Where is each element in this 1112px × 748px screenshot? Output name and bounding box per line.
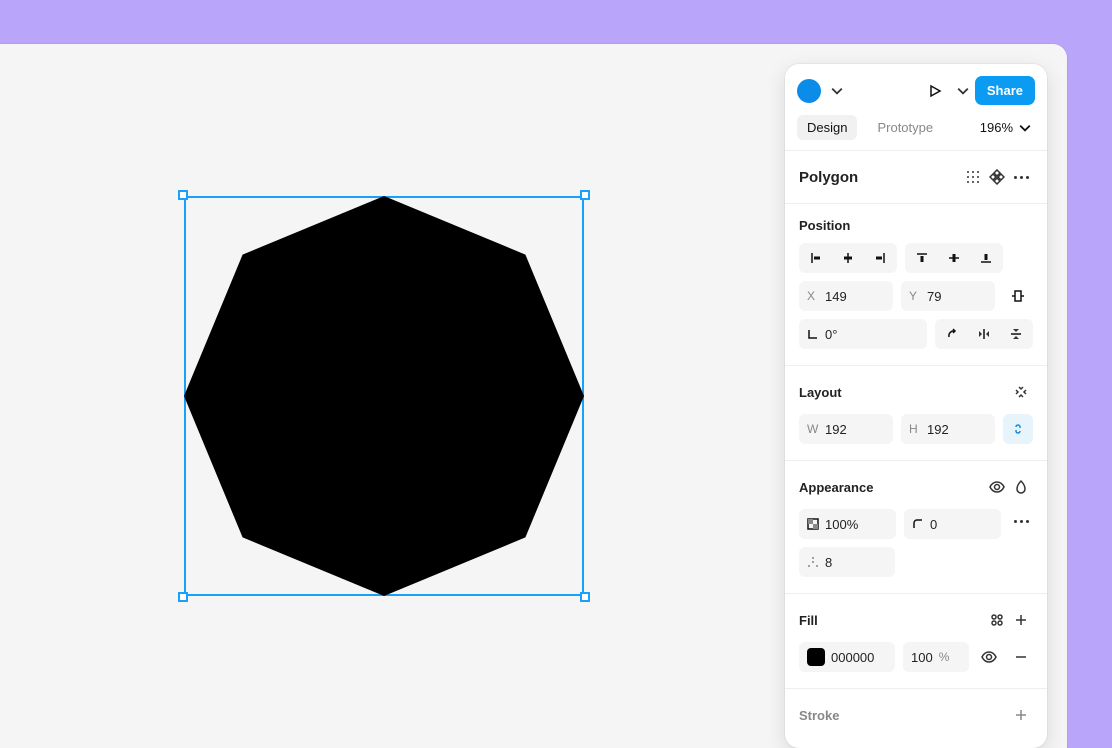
- resize-handle-bl[interactable]: [178, 592, 188, 602]
- corner-radius-field[interactable]: 0: [904, 509, 1001, 539]
- align-hcenter-button[interactable]: [833, 245, 863, 271]
- app-frame: Share Design Prototype 196% Polygon: [0, 44, 1067, 748]
- rotate-90-button[interactable]: [937, 321, 967, 347]
- width-field[interactable]: W 192: [799, 414, 893, 444]
- styles-icon[interactable]: [985, 608, 1009, 632]
- appearance-section: Appearance 100% 0: [785, 461, 1047, 594]
- tab-prototype[interactable]: Prototype: [867, 115, 943, 140]
- height-field[interactable]: H 192: [901, 414, 995, 444]
- position-title: Position: [799, 218, 1033, 233]
- align-left-button[interactable]: [801, 245, 831, 271]
- align-right-button[interactable]: [865, 245, 895, 271]
- resize-handle-br[interactable]: [580, 592, 590, 602]
- layer-header: Polygon: [785, 151, 1047, 204]
- opacity-field[interactable]: 100%: [799, 509, 896, 539]
- layout-section: Layout W 192 H 192: [785, 366, 1047, 461]
- align-vertical-group: [905, 243, 1003, 273]
- panel-toolbar: Share: [785, 64, 1047, 111]
- flip-horizontal-button[interactable]: [969, 321, 999, 347]
- collapse-icon[interactable]: [1009, 380, 1033, 404]
- resize-handle-tr[interactable]: [580, 190, 590, 200]
- corner-icon: [912, 518, 924, 530]
- blend-mode-icon[interactable]: [1009, 475, 1033, 499]
- add-fill-button[interactable]: [1009, 608, 1033, 632]
- position-options-button[interactable]: [1003, 281, 1033, 311]
- y-field[interactable]: Y 79: [901, 281, 995, 311]
- chevron-down-icon: [1019, 122, 1031, 134]
- opacity-icon: [807, 518, 819, 530]
- fill-opacity-field[interactable]: 100 %: [903, 642, 969, 672]
- visibility-icon[interactable]: [985, 475, 1009, 499]
- angle-icon: [807, 328, 819, 340]
- polygon-sides-icon: [807, 556, 819, 568]
- align-top-button[interactable]: [907, 245, 937, 271]
- fill-title: Fill: [799, 613, 818, 628]
- more-options-icon[interactable]: [1009, 165, 1033, 189]
- appearance-title: Appearance: [799, 480, 873, 495]
- sides-field[interactable]: 8: [799, 547, 895, 577]
- aspect-lock-button[interactable]: [1003, 414, 1033, 444]
- color-swatch-button[interactable]: [797, 79, 821, 103]
- stroke-section: Stroke: [785, 689, 1047, 743]
- layer-name[interactable]: Polygon: [799, 169, 858, 186]
- zoom-control[interactable]: 196%: [980, 120, 1035, 135]
- fill-color-field[interactable]: 000000: [799, 642, 895, 672]
- fill-color-chip: [807, 648, 825, 666]
- stroke-title: Stroke: [799, 708, 839, 723]
- selection-outline: [184, 196, 584, 596]
- play-button[interactable]: [923, 79, 947, 103]
- fill-section: Fill 000000 100 %: [785, 594, 1047, 689]
- align-vcenter-button[interactable]: [939, 245, 969, 271]
- tab-design[interactable]: Design: [797, 115, 857, 140]
- canvas[interactable]: [0, 44, 767, 748]
- position-section: Position X 149: [785, 204, 1047, 366]
- zoom-value: 196%: [980, 120, 1013, 135]
- add-stroke-button[interactable]: [1009, 703, 1033, 727]
- selection-bounds[interactable]: [184, 196, 584, 596]
- resize-handle-tl[interactable]: [178, 190, 188, 200]
- align-bottom-button[interactable]: [971, 245, 1001, 271]
- component-icon[interactable]: [985, 165, 1009, 189]
- component-grid-icon[interactable]: [961, 165, 985, 189]
- flip-group: [935, 319, 1033, 349]
- flip-vertical-button[interactable]: [1001, 321, 1031, 347]
- layout-title: Layout: [799, 385, 842, 400]
- rotation-field[interactable]: 0°: [799, 319, 927, 349]
- tabs: Design Prototype 196%: [785, 111, 1047, 151]
- chevron-down-icon[interactable]: [957, 85, 969, 97]
- align-horizontal-group: [799, 243, 897, 273]
- x-field[interactable]: X 149: [799, 281, 893, 311]
- chevron-down-icon[interactable]: [831, 85, 843, 97]
- remove-fill-button[interactable]: [1009, 645, 1033, 669]
- fill-visibility-icon[interactable]: [977, 645, 1001, 669]
- properties-panel: Share Design Prototype 196% Polygon: [785, 64, 1047, 748]
- share-button[interactable]: Share: [975, 76, 1035, 105]
- more-options-icon[interactable]: [1009, 509, 1033, 533]
